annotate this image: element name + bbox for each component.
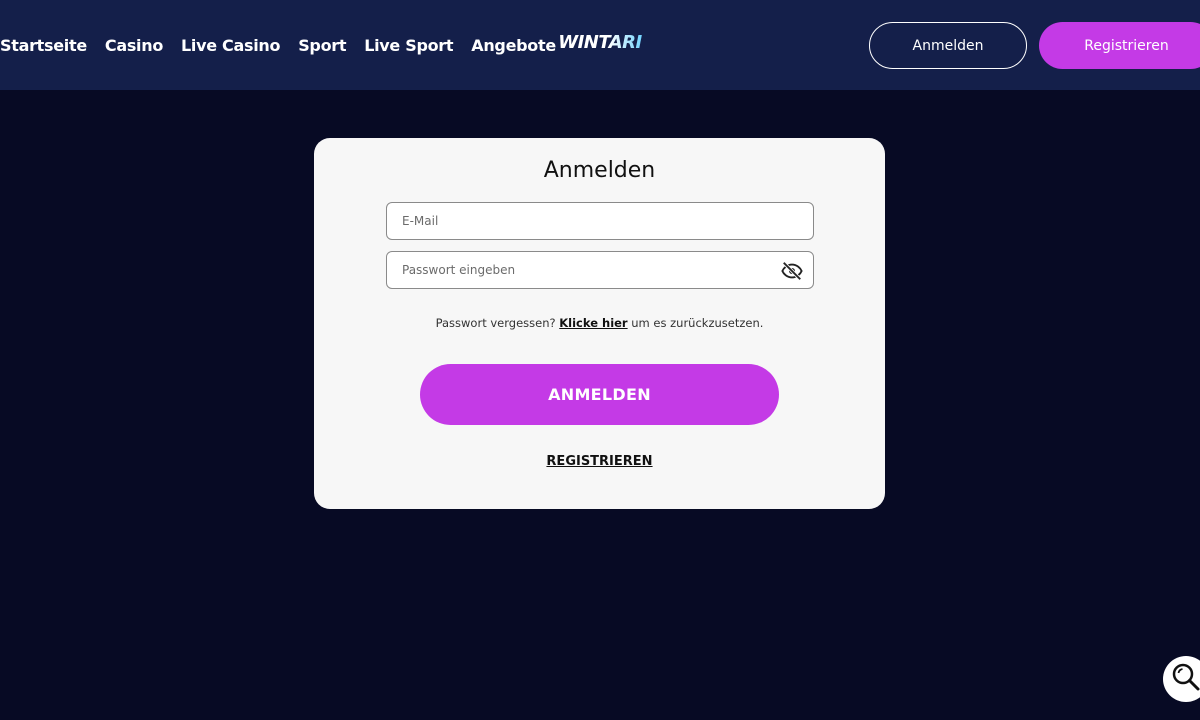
login-submit-button[interactable]: ANMELDEN	[420, 364, 779, 425]
svg-text:WINTARI: WINTARI	[558, 32, 642, 53]
login-card: Anmelden Passwort vergessen? Klicke hier…	[314, 138, 885, 509]
register-link[interactable]: REGISTRIEREN	[314, 454, 885, 469]
forgot-suffix: um es zurückzusetzen.	[631, 316, 764, 330]
nav-live-sport[interactable]: Live Sport	[364, 36, 453, 55]
nav-angebote[interactable]: Angebote	[471, 36, 556, 55]
brand-logo[interactable]: WINTARI	[546, 31, 654, 53]
eye-slash-icon[interactable]	[781, 260, 803, 282]
password-input[interactable]	[402, 263, 772, 277]
main-nav: Startseite Casino Live Casino Sport Live…	[0, 0, 574, 90]
nav-startseite[interactable]: Startseite	[0, 36, 87, 55]
login-title: Anmelden	[543, 158, 656, 183]
header-register-button[interactable]: Registrieren	[1039, 22, 1200, 69]
nav-live-casino[interactable]: Live Casino	[181, 36, 280, 55]
header-login-button[interactable]: Anmelden	[869, 22, 1027, 69]
search-button[interactable]	[1163, 656, 1200, 702]
forgot-prefix: Passwort vergessen?	[435, 316, 556, 330]
email-input[interactable]	[402, 214, 772, 228]
password-field[interactable]	[386, 251, 814, 289]
nav-sport[interactable]: Sport	[298, 36, 346, 55]
top-header: Startseite Casino Live Casino Sport Live…	[0, 0, 1200, 90]
forgot-password-link[interactable]: Klicke hier	[559, 316, 627, 330]
forgot-password-text: Passwort vergessen? Klicke hier um es zu…	[314, 316, 885, 330]
email-field[interactable]	[386, 202, 814, 240]
nav-casino[interactable]: Casino	[105, 36, 163, 55]
search-icon	[1171, 662, 1200, 696]
